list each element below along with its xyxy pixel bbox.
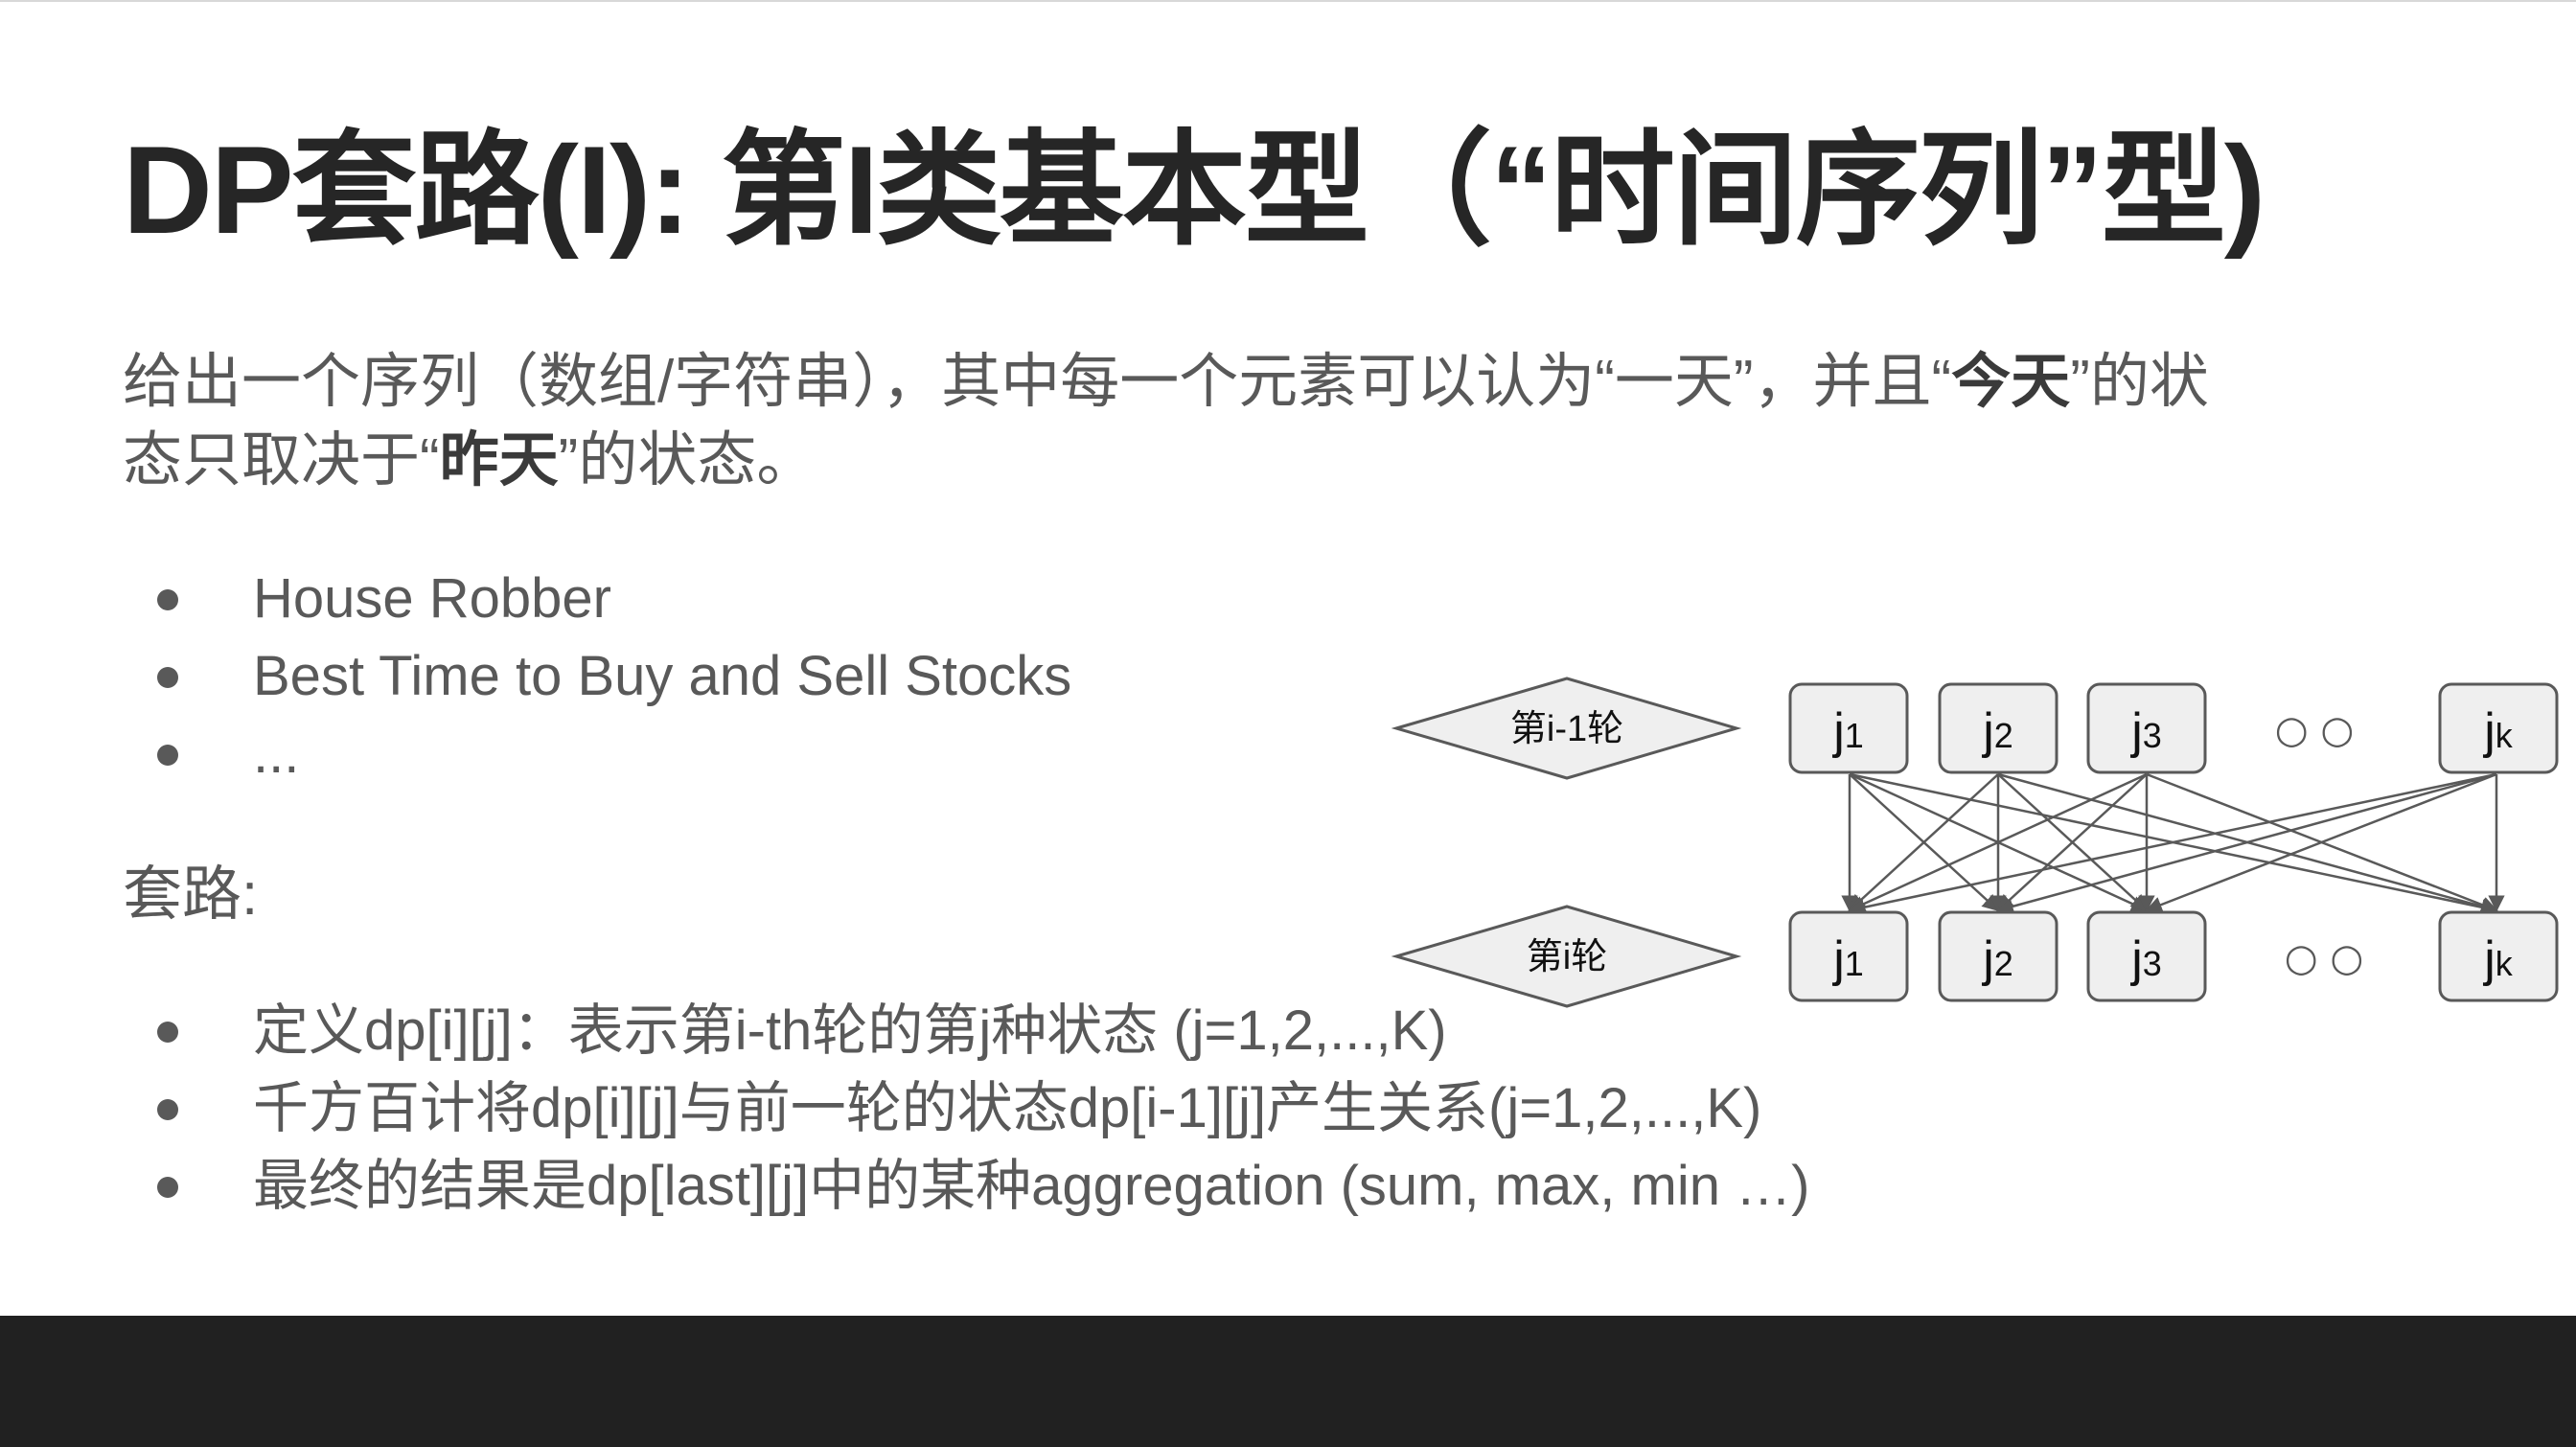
ellipsis-prev: ○ ○	[2275, 708, 2355, 752]
state-node-j2-prev: j2	[1938, 682, 2058, 774]
state-node-j3-prev: j3	[2086, 682, 2207, 774]
node-base: j	[2129, 703, 2143, 759]
state-node-jk-curr: jk	[2438, 910, 2559, 1002]
node-base: j	[1831, 931, 1845, 987]
node-base: j	[2129, 931, 2143, 987]
node-base: j	[1981, 931, 1994, 987]
node-subscript: 2	[1994, 944, 2013, 983]
state-node-j2-curr: j2	[1938, 910, 2058, 1002]
curr-round-label: 第i轮	[1527, 937, 1607, 977]
node-base: j	[1831, 703, 1845, 759]
node-subscript: 2	[1994, 716, 2013, 755]
node-subscript: 1	[1845, 944, 1864, 983]
state-node-j1-curr: j1	[1788, 910, 1909, 1002]
curr-round-nodes: j1 j2 j3 ○ ○ jk	[1788, 910, 2559, 1002]
prev-round-nodes: j1 j2 j3 ○ ○ jk	[1788, 682, 2559, 774]
curr-round-diamond: 第i轮	[1391, 905, 1742, 1008]
state-node-j1-prev: j1	[1788, 682, 1909, 774]
node-base: j	[2482, 931, 2496, 987]
node-subscript: k	[2496, 716, 2514, 755]
state-transition-diagram: 第i-1轮 第i轮 j1 j2 j3 ○ ○ jk j1 j2 j3 ○ ○ j…	[1391, 677, 2559, 1008]
node-subscript: 3	[2143, 944, 2162, 983]
node-subscript: 1	[1845, 716, 1864, 755]
prev-round-diamond: 第i-1轮	[1391, 677, 1742, 780]
footer-bar	[0, 1316, 2576, 1447]
node-base: j	[1981, 703, 1994, 759]
node-subscript: 3	[2143, 716, 2162, 755]
transition-arrows	[1841, 772, 2505, 916]
ellipsis-curr: ○ ○	[2285, 936, 2364, 980]
prev-round-label: 第i-1轮	[1510, 709, 1623, 749]
state-node-j3-curr: j3	[2086, 910, 2207, 1002]
node-base: j	[2482, 703, 2496, 759]
state-node-jk-prev: jk	[2438, 682, 2559, 774]
node-subscript: k	[2496, 944, 2514, 983]
